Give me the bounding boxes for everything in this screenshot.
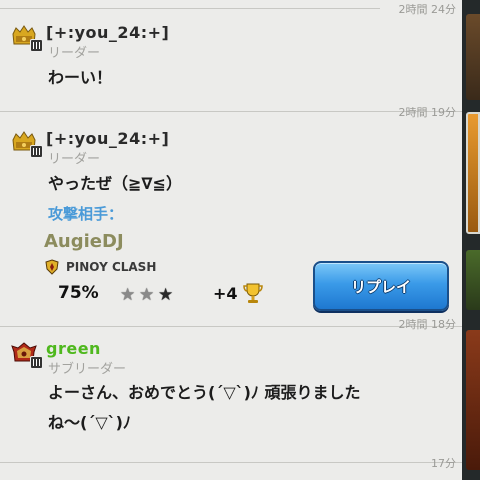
member-name[interactable]: [+:you_24:+] [46, 129, 169, 148]
chat-panel: 2時間 24分 [+:you_24:+] リーダー わーい！ 2時間 19分 [… [0, 0, 462, 480]
trophy-icon [243, 283, 263, 303]
replay-button[interactable]: リプレイ [313, 261, 449, 311]
member-role: リーダー [48, 152, 101, 167]
star-empty-icon: ★ [158, 285, 174, 305]
member-role: サブリーダー [48, 362, 127, 377]
message-text: やったぜ（≧∇≦） [48, 174, 182, 193]
star-earned-icon: ★ [139, 285, 155, 305]
rank-bars-icon [30, 39, 43, 52]
side-panel-highlight[interactable] [466, 112, 480, 234]
message-timestamp: 2時間 18分 [398, 318, 457, 331]
message-text-continued: ね〜(´▽`)ﾉ [48, 413, 131, 432]
message-timestamp: 2時間 24分 [398, 3, 457, 16]
member-role: リーダー [48, 46, 101, 61]
message-text: よーさん、おめでとう(´▽`)ﾉ 頑張りました [48, 383, 361, 402]
trophy-change: +4 [213, 284, 238, 303]
member-name[interactable]: green [46, 339, 101, 358]
divider [0, 8, 380, 9]
attack-label: 攻撃相手： [48, 205, 124, 223]
opponent-name[interactable]: AugieDJ [44, 231, 124, 252]
side-panel [466, 330, 480, 470]
clan-name: PINOY CLASH [66, 260, 157, 274]
message-text: わーい！ [48, 68, 113, 87]
side-panel [466, 250, 480, 310]
member-name[interactable]: [+:you_24:+] [46, 23, 169, 42]
star-earned-icon: ★ [120, 285, 136, 305]
clan-shield-icon [45, 259, 59, 275]
message-timestamp: 2時間 19分 [398, 106, 457, 119]
rank-bars-icon [30, 356, 43, 369]
destruction-percent: 75% [58, 283, 99, 303]
rank-bars-icon [30, 145, 43, 158]
side-panel [466, 14, 480, 100]
message-timestamp: 17分 [431, 457, 456, 470]
